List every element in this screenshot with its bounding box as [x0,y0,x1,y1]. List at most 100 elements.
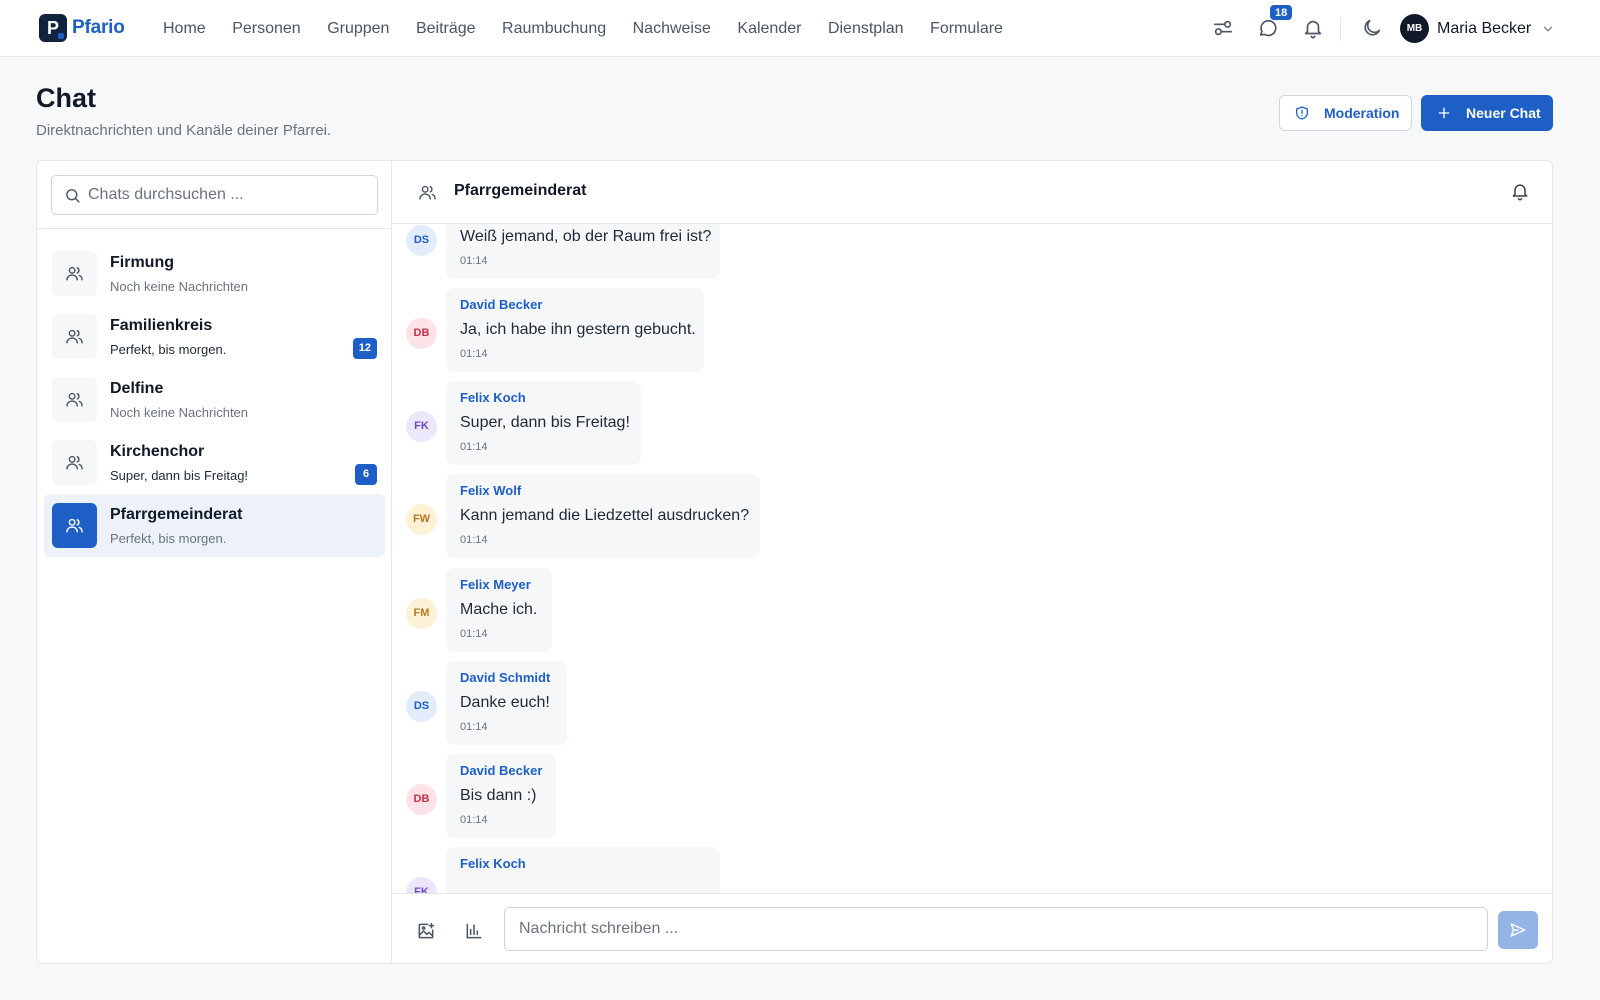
message-text: Bis dann :) [460,787,537,804]
chat-panel: Firmung Noch keine Nachrichten Familienk… [36,160,1553,964]
user-menu[interactable]: MB Maria Becker [1400,14,1555,43]
chat-preview: Noch keine Nachrichten [110,405,249,420]
moderation-label: Moderation [1324,105,1400,121]
message-text: Mache ich. [460,601,538,618]
sender-avatar: FK [406,877,437,893]
nav-link-gruppen[interactable]: Gruppen [327,20,389,38]
chat-preview: Super, dann bis Freitag! [110,468,249,483]
chat-name: Familienkreis [110,317,213,334]
nav-link-personen[interactable]: Personen [232,20,301,38]
bell-icon[interactable] [1302,17,1324,39]
moderation-button[interactable]: Moderation [1279,95,1412,131]
nav-link-nachweise[interactable]: Nachweise [633,20,711,38]
image-add-icon[interactable] [416,921,436,941]
chat-preview: Perfekt, bis morgen. [110,342,227,357]
chat-name: Delfine [110,380,164,397]
sender-avatar: FM [406,598,437,629]
message-time: 01:14 [460,628,488,640]
group-icon [52,251,97,296]
chat-list-item-kirchenchor[interactable]: Kirchenchor Super, dann bis Freitag! 6 [44,431,385,494]
sidebar-divider [37,228,392,229]
chat-name: Firmung [110,254,174,271]
message-text: Ja, ich habe ihn gestern gebucht. [460,321,696,338]
chat-preview: Noch keine Nachrichten [110,279,249,294]
chat-sidebar: Firmung Noch keine Nachrichten Familienk… [37,161,392,963]
sender-avatar: DB [406,318,437,349]
nav-link-formulare[interactable]: Formulare [930,20,1003,38]
new-chat-label: Neuer Chat [1466,105,1541,121]
message-list[interactable]: DS Weiß jemand, ob der Raum frei ist? 01… [392,224,1552,893]
message-sender: Felix Koch [460,390,526,405]
conversation-pane: Pfarrgemeinderat DS Weiß jemand, ob der … [392,161,1552,963]
message-input[interactable] [504,907,1488,951]
conversation-header: Pfarrgemeinderat [392,161,1552,224]
nav-link-dienstplan[interactable]: Dienstplan [828,20,904,38]
message-bubble: Felix Wolf Kann jemand die Liedzettel au… [446,474,760,558]
poll-chart-icon[interactable] [464,921,484,941]
sender-avatar: DB [406,784,437,815]
chat-list: Firmung Noch keine Nachrichten Familienk… [44,242,385,557]
message-bubble: David Becker Ja, ich habe ihn gestern ge… [446,288,704,372]
group-icon [52,440,97,485]
message-text: Weiß jemand, ob der Raum frei ist? [460,228,712,245]
message-bubble: Felix Koch Super, dann bis Freitag! 01:1… [446,381,641,465]
chat-name: Pfarrgemeinderat [110,506,243,523]
group-icon [418,183,437,202]
chat-list-item-pfarrgemeinderat[interactable]: Pfarrgemeinderat Perfekt, bis morgen. [44,494,385,557]
message-sender: David Schmidt [460,670,551,685]
user-avatar: MB [1400,14,1429,43]
message-time: 01:14 [460,534,488,546]
brand-logo[interactable]: P Pfario [39,14,125,42]
moon-icon[interactable] [1361,17,1383,39]
new-chat-button[interactable]: Neuer Chat [1421,95,1553,131]
brand-mark: P [39,14,67,42]
chat-unread-badge: 18 [1269,4,1294,21]
send-button[interactable] [1498,911,1538,949]
user-name: Maria Becker [1437,19,1532,37]
message-bubble: Weiß jemand, ob der Raum frei ist? 01:14 [446,224,720,279]
message-bubble: Felix Meyer Mache ich. 01:14 [446,568,552,652]
chat-list-item-familienkreis[interactable]: Familienkreis Perfekt, bis morgen. 12 [44,305,385,368]
sender-avatar: FW [406,504,437,535]
sender-avatar: DS [406,225,437,256]
shield-icon [1294,105,1324,121]
message-text: Danke euch! [460,694,550,711]
bell-icon[interactable] [1510,181,1530,201]
brand-name: Pfario [72,17,125,38]
send-icon [1509,921,1527,939]
chat-preview: Perfekt, bis morgen. [110,531,227,546]
message-composer [392,893,1552,963]
main-menu: Home Personen Gruppen Beiträge Raumbuchu… [163,0,1029,57]
message-bubble: David Becker Bis dann :) 01:14 [446,754,556,838]
top-navigation-bar: P Pfario Home Personen Gruppen Beiträge … [0,0,1600,57]
nav-link-raumbuchung[interactable]: Raumbuchung [502,20,606,38]
conversation-title: Pfarrgemeinderat [454,182,587,199]
nav-link-beitraege[interactable]: Beiträge [416,20,476,38]
message-bubble: David Schmidt Danke euch! 01:14 [446,661,567,745]
message-time: 01:14 [460,814,488,826]
message-sender: David Becker [460,763,543,778]
chat-search-input[interactable] [88,176,368,214]
message-bubble: Felix Koch [446,847,720,893]
message-sender: David Becker [460,297,543,312]
chat-list-item-firmung[interactable]: Firmung Noch keine Nachrichten [44,242,385,305]
message-text [460,880,706,893]
page-subtitle: Direktnachrichten und Kanäle deiner Pfar… [36,122,332,139]
sender-avatar: DS [406,691,437,722]
group-icon [52,314,97,359]
nav-link-home[interactable]: Home [163,20,206,38]
message-time: 01:14 [460,441,488,453]
nav-link-kalender[interactable]: Kalender [737,20,801,38]
chat-list-item-delfine[interactable]: Delfine Noch keine Nachrichten [44,368,385,431]
unread-badge: 6 [355,464,377,485]
chat-name: Kirchenchor [110,443,205,460]
chevron-down-icon [1541,22,1555,36]
group-icon [52,377,97,422]
group-icon [52,503,97,548]
chat-search [51,175,378,215]
unread-badge: 12 [352,338,377,359]
message-sender: Felix Meyer [460,577,531,592]
filter-sliders-icon[interactable] [1212,17,1234,39]
message-time: 01:14 [460,348,488,360]
message-text: Super, dann bis Freitag! [460,414,630,431]
